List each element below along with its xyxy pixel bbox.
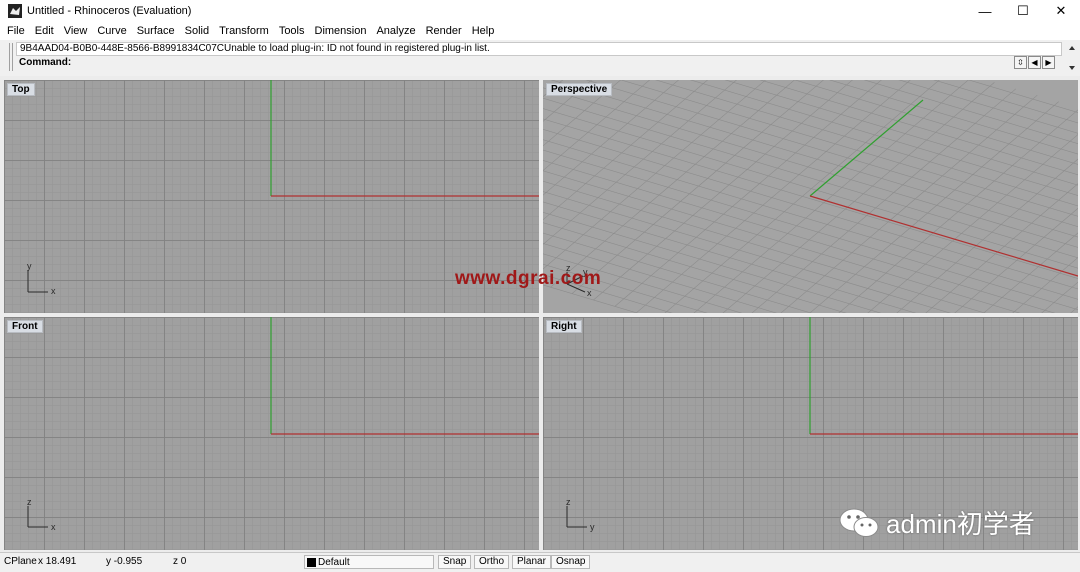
window-controls: — ☐ ✕	[966, 0, 1080, 22]
command-history-toggle-button[interactable]: ⇳	[1014, 56, 1027, 69]
menu-render[interactable]: Render	[421, 25, 467, 37]
viewport-label-top[interactable]: Top	[7, 83, 35, 96]
front-axes: z x	[27, 317, 539, 532]
command-buttons: ⇳ ◀ ▶	[1014, 56, 1056, 69]
planar-toggle[interactable]: Planar	[512, 555, 551, 569]
rhino-app-icon	[8, 4, 22, 18]
triad-z-label: z	[566, 497, 571, 507]
minimize-button[interactable]: —	[966, 0, 1004, 22]
menu-tools[interactable]: Tools	[274, 25, 310, 37]
command-scroll-left-button[interactable]: ◀	[1028, 56, 1041, 69]
layer-color-swatch	[307, 557, 316, 567]
status-bar: CPlane x 18.491 y -0.955 z 0 Default Sna…	[0, 552, 1080, 572]
menu-transform[interactable]: Transform	[214, 25, 274, 37]
triad-x-label: x	[51, 522, 56, 532]
layer-selector[interactable]: Default	[304, 555, 434, 569]
menu-solid[interactable]: Solid	[180, 25, 214, 37]
triad-y-label: y	[27, 261, 32, 271]
status-y-coord: y -0.955	[106, 556, 143, 567]
brand-overlay: admin初学者	[838, 504, 1035, 541]
command-history: 9B4AAD04-B0B0-448E-8566-B8991834C07CUnab…	[16, 42, 1062, 56]
menu-help[interactable]: Help	[467, 25, 500, 37]
command-scroll-right-button[interactable]: ▶	[1042, 56, 1055, 69]
menu-dimension[interactable]: Dimension	[310, 25, 372, 37]
command-prompt[interactable]: Command:	[16, 57, 1016, 71]
layer-name: Default	[318, 556, 350, 568]
viewports-frame: y x Top z y x Perspective z x Front z y …	[0, 76, 1080, 552]
menu-view[interactable]: View	[59, 25, 93, 37]
status-cplane[interactable]: CPlane	[4, 556, 37, 567]
command-grip[interactable]	[9, 43, 13, 71]
menu-bar: File Edit View Curve Surface Solid Trans…	[0, 22, 1080, 40]
perspective-grid: z y x	[543, 80, 1078, 313]
menu-analyze[interactable]: Analyze	[371, 25, 420, 37]
status-x-coord: x 18.491	[38, 556, 77, 567]
status-z-coord: z 0	[173, 556, 187, 567]
menu-file[interactable]: File	[2, 25, 30, 37]
history-scroll-arrows-icon[interactable]	[1068, 44, 1076, 72]
menu-surface[interactable]: Surface	[132, 25, 180, 37]
viewport-perspective[interactable]: z y x Perspective	[543, 80, 1078, 313]
triad-z-label: z	[27, 497, 32, 507]
snap-toggle[interactable]: Snap	[438, 555, 472, 569]
ortho-toggle[interactable]: Ortho	[474, 555, 510, 569]
watermark-text: www.dgrai.com	[455, 268, 602, 289]
viewport-label-right[interactable]: Right	[546, 320, 582, 333]
viewport-front[interactable]: z x Front	[4, 317, 539, 550]
menu-curve[interactable]: Curve	[92, 25, 131, 37]
window-title: Untitled - Rhinoceros (Evaluation)	[27, 5, 192, 17]
maximize-button[interactable]: ☐	[1004, 0, 1042, 22]
title-bar: Untitled - Rhinoceros (Evaluation) — ☐ ✕	[0, 0, 1080, 22]
rhino-app: Untitled - Rhinoceros (Evaluation) — ☐ ✕…	[0, 0, 1080, 572]
viewport-label-front[interactable]: Front	[7, 320, 43, 333]
osnap-toggle[interactable]: Osnap	[551, 555, 591, 569]
triad-x-label: x	[51, 286, 56, 296]
close-button[interactable]: ✕	[1042, 0, 1080, 22]
wechat-icon	[839, 508, 879, 537]
command-area: 9B4AAD04-B0B0-448E-8566-B8991834C07CUnab…	[0, 40, 1080, 74]
triad-y-label: y	[590, 522, 595, 532]
viewport-label-perspective[interactable]: Perspective	[546, 83, 613, 96]
brand-text: admin初学者	[886, 509, 1035, 539]
menu-edit[interactable]: Edit	[30, 25, 59, 37]
